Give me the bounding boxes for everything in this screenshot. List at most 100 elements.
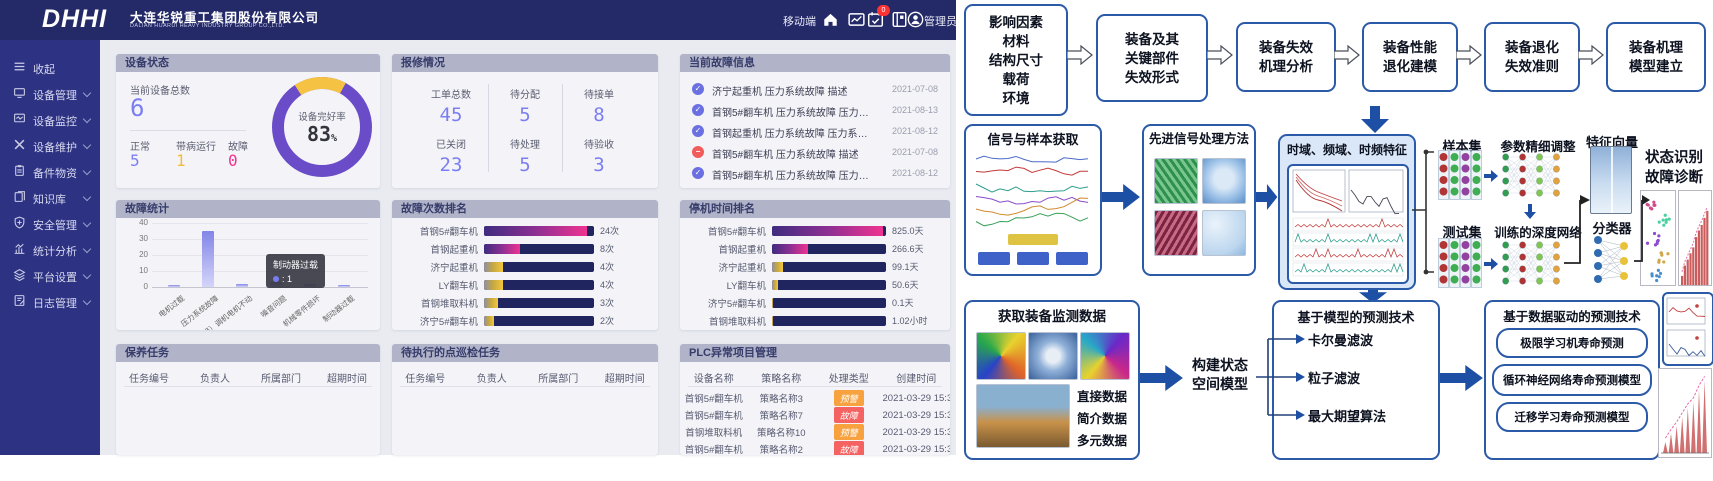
sidebar-item-statistics[interactable]: 统计分析 [0, 240, 100, 262]
sidebar: 收起 设备管理 设备监控 设备维护 备件物资 知识库 安全管理 统计分析 [0, 40, 100, 455]
sidebar-item-device-mgmt[interactable]: 设备管理 [0, 84, 100, 106]
sidebar-item-knowledge-base[interactable]: 知识库 [0, 188, 100, 210]
prediction-chart-tile [1662, 292, 1713, 366]
device-monitor-icon [13, 112, 26, 125]
bar[interactable] [236, 284, 248, 287]
x-label: 制动器过载 [320, 293, 356, 325]
chevron-down-icon [83, 115, 91, 123]
donut-label: 设备完好率 [270, 109, 374, 123]
rank-row: 济宁起重机99.1天 [688, 260, 942, 273]
sidebar-item-platform-settings[interactable]: 平台设置 [0, 266, 100, 288]
docs-icon[interactable] [891, 11, 908, 28]
recognition-label: 状态识别故障诊断 [1638, 148, 1710, 188]
y-tick: 10 [124, 266, 148, 275]
flow-arrow-right-icon [1207, 45, 1233, 65]
stat-cell: 待验收3 [562, 136, 636, 176]
signal-waveform-image [974, 152, 1092, 228]
book-icon [13, 190, 26, 203]
bar[interactable] [202, 231, 214, 287]
flow-arrow-right-icon [1456, 45, 1482, 65]
fault-list-item[interactable]: 首钢5#翻车机 压力系统故障 压力系统...2021-08-12 [690, 165, 942, 183]
table-row[interactable]: 首钢5#翻车机策略名称7故障2021-03-29 15:39 [680, 407, 950, 423]
fault-list-item[interactable]: 首钢5#翻车机 压力系统故障 描述2021-07-08 [690, 144, 942, 162]
rank-row: 济宁5#翻车机0.1天 [688, 296, 942, 309]
tasks-calendar-icon[interactable]: 0 [867, 11, 884, 28]
classifier-image [1590, 232, 1634, 290]
bar[interactable] [338, 285, 350, 287]
fault-list-item[interactable]: 首钢起重机 压力系统故障 压力系统故障2021-08-12 [690, 123, 942, 141]
tools-icon [13, 138, 26, 151]
sidebar-item-device-maintenance[interactable]: 设备维护 [0, 136, 100, 158]
sidebar-item-label: 知识库 [33, 191, 66, 207]
fault-status-icon [692, 104, 704, 116]
flow-box-signal-acquisition: 信号与样本获取 [964, 124, 1102, 276]
sidebar-item-safety-mgmt[interactable]: 安全管理 [0, 214, 100, 236]
table-row[interactable]: 首钢堆取料机策略名称10预警2021-03-29 15:39 [680, 424, 950, 440]
card-title: 停机时间排名 [680, 200, 950, 218]
sample-set-image [1438, 150, 1482, 200]
table-row[interactable]: 首钢5#翻车机策略名称2故障2021-03-29 15:39 [680, 441, 950, 455]
rank-row: 首钢5#翻车机825.0天 [688, 224, 942, 237]
network-image [1500, 238, 1564, 288]
rank-row: 济宁起重机4次 [400, 260, 650, 273]
rank-row: 首钢5#翻车机24次 [400, 224, 650, 237]
stat-cell: 已关闭23 [414, 136, 488, 176]
card-title: PLC异常项目管理 [680, 344, 950, 362]
fault-list-item[interactable]: 首钢5#翻车机 压力系统故障 压力系统...2021-08-13 [690, 102, 942, 120]
sample-button [1056, 252, 1088, 265]
simulation-image [976, 332, 1026, 380]
flow-stage-failure-criteria: 装备退化失效准则 [1484, 22, 1580, 92]
bar[interactable] [168, 285, 180, 287]
sidebar-item-label: 设备维护 [33, 139, 77, 155]
processing-image [1202, 210, 1246, 256]
sidebar-item-device-monitor[interactable]: 设备监控 [0, 110, 100, 132]
rank-row: 济宁5#翻车机2次 [400, 314, 650, 327]
chevron-down-icon [83, 89, 91, 97]
table-row[interactable]: 首钢5#翻车机策略名称3预警2021-03-29 15:39 [680, 390, 950, 406]
network-image [1500, 150, 1564, 200]
notification-badge: 0 [877, 5, 890, 16]
fault-value: 0 [228, 151, 238, 170]
card-repair-status: 报修情况 工单总数45 待分配5 待接单8 已关闭23 待处理5 待验收3 [392, 54, 658, 188]
sidebar-item-label: 统计分析 [33, 243, 77, 259]
home-icon[interactable] [822, 11, 839, 28]
status-badge: 预警 [834, 390, 864, 406]
user-avatar-icon[interactable] [907, 11, 924, 28]
admin-user-label[interactable]: 管理员 [924, 13, 956, 29]
method-transfer-box: 迁移学习寿命预测模型 [1496, 402, 1648, 432]
sidebar-item-spare-parts[interactable]: 备件物资 [0, 162, 100, 184]
small-arrow-down-icon [1524, 204, 1536, 220]
y-tick: 20 [124, 250, 148, 259]
fault-list-item[interactable]: 济宁起重机 压力系统故障 描述2021-07-08 [690, 81, 942, 99]
processing-image [1202, 158, 1246, 204]
flow-stage-mechanism-model: 装备机理模型建立 [1606, 22, 1706, 92]
rank-row: LY翻车机4次 [400, 278, 650, 291]
monitor-chart-icon[interactable] [848, 11, 865, 28]
chevron-down-icon [83, 167, 91, 175]
mobile-link[interactable]: 移动端 [783, 13, 816, 29]
flow-stage-influencing-factors: 影响因素材料结构尺寸载荷环境 [964, 4, 1068, 116]
flow-box-features: 时域、频域、时频特征 [1278, 134, 1416, 290]
method-em-label: 最大期望算法 [1308, 406, 1386, 425]
diagnosis-chart-image [1678, 190, 1712, 286]
chevron-down-icon [83, 219, 91, 227]
gear-model-image [1028, 332, 1078, 380]
series-dot [273, 276, 279, 282]
donut-value: 83% [270, 122, 374, 146]
state-space-label: 构建状态空间模型 [1184, 356, 1256, 394]
test-set-image [1438, 238, 1482, 288]
card-device-status: 设备状态 当前设备总数 6 正常 5 带病运行 1 故障 0 设备完好率 83% [116, 54, 380, 188]
feature-vector-image [1590, 146, 1632, 214]
app-header: DHHI 大连华锐重工集团股份有限公司 DALIAN HUARUI HEAVY … [0, 0, 956, 40]
sidebar-item-log-mgmt[interactable]: 日志管理 [0, 292, 100, 314]
card-plc-exceptions: PLC异常项目管理 设备名称策略名称 处理类型创建时间 首钢5#翻车机策略名称3… [680, 344, 950, 455]
sidebar-item-label: 设备管理 [33, 87, 77, 103]
clipboard-icon [13, 164, 26, 177]
sidebar-item-collapse[interactable]: 收起 [0, 58, 100, 80]
company-name-en: DALIAN HUARUI HEAVY INDUSTRY GROUP CO.,L… [130, 23, 285, 29]
dhhi-logo: DHHI [42, 5, 107, 34]
y-tick: 0 [124, 282, 148, 291]
chevron-down-icon [83, 271, 91, 279]
total-devices-value: 6 [130, 94, 144, 122]
flow-arrow-right-icon [1440, 363, 1484, 393]
